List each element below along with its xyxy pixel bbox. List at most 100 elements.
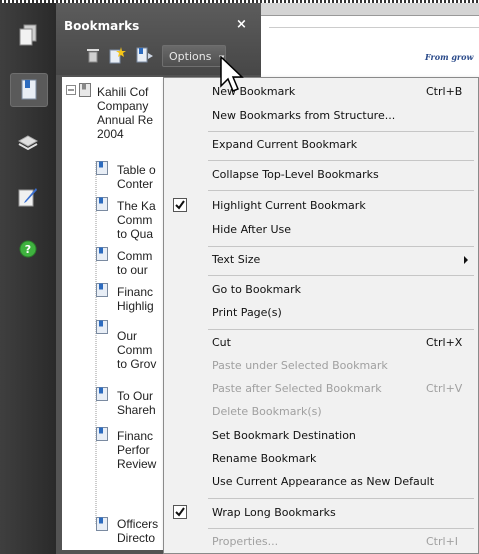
bookmark-label-line: Shareh [117, 403, 156, 417]
tree-connector-lines [95, 161, 97, 525]
menu-item-label: Set Bookmark Destination [212, 429, 356, 442]
bookmark-label-line: Kahili Cof [97, 85, 149, 99]
bookmark-label-line: Comm [117, 343, 153, 357]
expand-bookmark-button[interactable] [136, 46, 154, 64]
menu-item-set-bookmark-destination[interactable]: Set Bookmark Destination [164, 424, 478, 448]
bookmark-item[interactable]: The Ka Comm to Qua [117, 199, 156, 241]
bookmark-icon [96, 517, 108, 531]
bookmark-label-line: Comm [117, 213, 153, 227]
bookmark-label-line: Annual Re [97, 113, 154, 127]
bookmark-label-line: To Our [117, 389, 154, 403]
menu-item-label: Hide After Use [212, 223, 292, 236]
menu-item-use-current-appearance[interactable]: Use Current Appearance as New Default [164, 470, 478, 494]
bookmark-label-line: The Ka [117, 199, 156, 213]
options-menu: New Bookmark Ctrl+B New Bookmarks from S… [163, 77, 479, 554]
menu-item-label: Use Current Appearance as New Default [212, 475, 435, 488]
menu-item-paste-under-selected: Paste under Selected Bookmark [164, 354, 478, 378]
bookmark-item[interactable]: Financ Perfor Review [117, 429, 156, 471]
bookmark-label-line: Officers [117, 517, 159, 531]
bookmark-label-line: to Grov [117, 357, 157, 371]
menu-separator [208, 275, 474, 276]
bookmark-label-line: Directo [117, 531, 156, 545]
menu-item-label: Wrap Long Bookmarks [212, 506, 336, 519]
menu-item-cut[interactable]: Cut Ctrl+X [164, 331, 478, 355]
navigation-pane-toolbar: ? [0, 3, 56, 554]
menu-item-delete-bookmarks: Delete Bookmark(s) [164, 400, 478, 424]
bookmark-item[interactable]: Comm to our [117, 249, 152, 277]
bookmark-label-line: to Qua [117, 227, 154, 241]
bookmarks-icon [21, 79, 37, 100]
menu-item-label: Properties... [212, 535, 279, 548]
pages-button[interactable] [10, 19, 46, 51]
menu-item-label: Rename Bookmark [212, 452, 317, 465]
menu-item-new-bookmark[interactable]: New Bookmark Ctrl+B [164, 80, 478, 104]
menu-item-hide-after-use[interactable]: Hide After Use [164, 218, 478, 242]
bookmark-label-line: Comm [117, 249, 153, 263]
menu-item-properties: Properties... Ctrl+I [164, 530, 478, 554]
menu-item-shortcut: Ctrl+I [426, 535, 459, 548]
bookmark-label-line: Company [97, 99, 149, 113]
document-rule [269, 27, 479, 28]
menu-item-shortcut: Ctrl+B [426, 85, 463, 98]
menu-separator [208, 131, 474, 132]
checkmark-icon [175, 200, 185, 210]
delete-bookmark-button[interactable] [84, 46, 102, 64]
menu-item-label: Text Size [212, 253, 261, 266]
bookmark-icon [96, 387, 108, 401]
document-top-strip [261, 3, 479, 16]
bookmark-item-root[interactable]: Kahili Cof Company Annual Re 2004 [97, 85, 153, 141]
menu-item-label: Highlight Current Bookmark [212, 199, 366, 212]
trash-icon [87, 49, 99, 63]
bookmark-icon [96, 161, 108, 175]
menu-item-go-to-bookmark[interactable]: Go to Bookmark [164, 278, 478, 302]
document-header-text: From grow [425, 52, 474, 62]
menu-item-highlight-current-bookmark[interactable]: Highlight Current Bookmark [164, 194, 478, 218]
menu-item-shortcut: Ctrl+V [426, 382, 463, 395]
layers-button[interactable] [10, 127, 46, 159]
menu-item-print-pages[interactable]: Print Page(s) [164, 301, 478, 325]
menu-item-collapse-top-level-bookmarks[interactable]: Collapse Top-Level Bookmarks [164, 163, 478, 187]
options-label: Options [169, 50, 212, 63]
svg-text:?: ? [25, 243, 31, 256]
bookmark-label-line: Our [117, 329, 138, 343]
menu-separator [208, 246, 474, 247]
bookmark-item[interactable]: To Our Shareh [117, 389, 156, 417]
menu-item-label: Paste after Selected Bookmark [212, 382, 382, 395]
menu-item-new-bookmarks-from-structure[interactable]: New Bookmarks from Structure... [164, 104, 478, 128]
menu-item-label: New Bookmarks from Structure... [212, 109, 396, 122]
options-button[interactable]: Options ▼ [162, 45, 226, 67]
submenu-arrow-icon [464, 256, 468, 264]
bookmark-icon [96, 283, 108, 297]
bookmark-label-line: to our [117, 263, 148, 277]
menu-separator [208, 190, 474, 191]
bookmark-label-line: Conter [117, 177, 154, 191]
bookmarks-button[interactable] [10, 73, 48, 107]
bookmark-item[interactable]: Officers Directo [117, 517, 158, 545]
new-bookmark-button[interactable] [108, 46, 126, 64]
menu-item-text-size[interactable]: Text Size [164, 248, 478, 272]
signatures-button[interactable] [10, 181, 46, 213]
checkmark-icon [175, 507, 185, 517]
mouse-pointer-icon [220, 56, 244, 92]
bookmark-item[interactable]: Financ Highlig [117, 285, 154, 313]
menu-item-label: Print Page(s) [212, 306, 282, 319]
bookmark-label-line: 2004 [97, 127, 124, 141]
menu-item-wrap-long-bookmarks[interactable]: Wrap Long Bookmarks [164, 501, 478, 525]
bookmark-icon [96, 320, 108, 334]
bookmark-icon [96, 427, 108, 441]
bookmark-label-line: Table o [117, 163, 156, 177]
checkmark-box [173, 505, 187, 519]
bookmark-label-line: Highlig [117, 299, 154, 313]
help-button[interactable]: ? [10, 233, 46, 265]
menu-item-expand-current-bookmark[interactable]: Expand Current Bookmark [164, 133, 478, 157]
bookmark-arrow-icon [136, 47, 153, 63]
bookmark-item[interactable]: Our Comm to Grov [117, 329, 156, 371]
menu-item-label: Delete Bookmark(s) [212, 405, 322, 418]
menu-separator [208, 160, 474, 161]
bookmark-item[interactable]: Table o Conter [117, 163, 156, 191]
menu-item-rename-bookmark[interactable]: Rename Bookmark [164, 447, 478, 471]
bookmark-label-line: Review [117, 457, 157, 471]
menu-item-paste-after-selected: Paste after Selected Bookmark Ctrl+V [164, 377, 478, 401]
menu-item-label: Paste under Selected Bookmark [212, 359, 388, 372]
close-panel-button[interactable]: × [236, 17, 247, 32]
